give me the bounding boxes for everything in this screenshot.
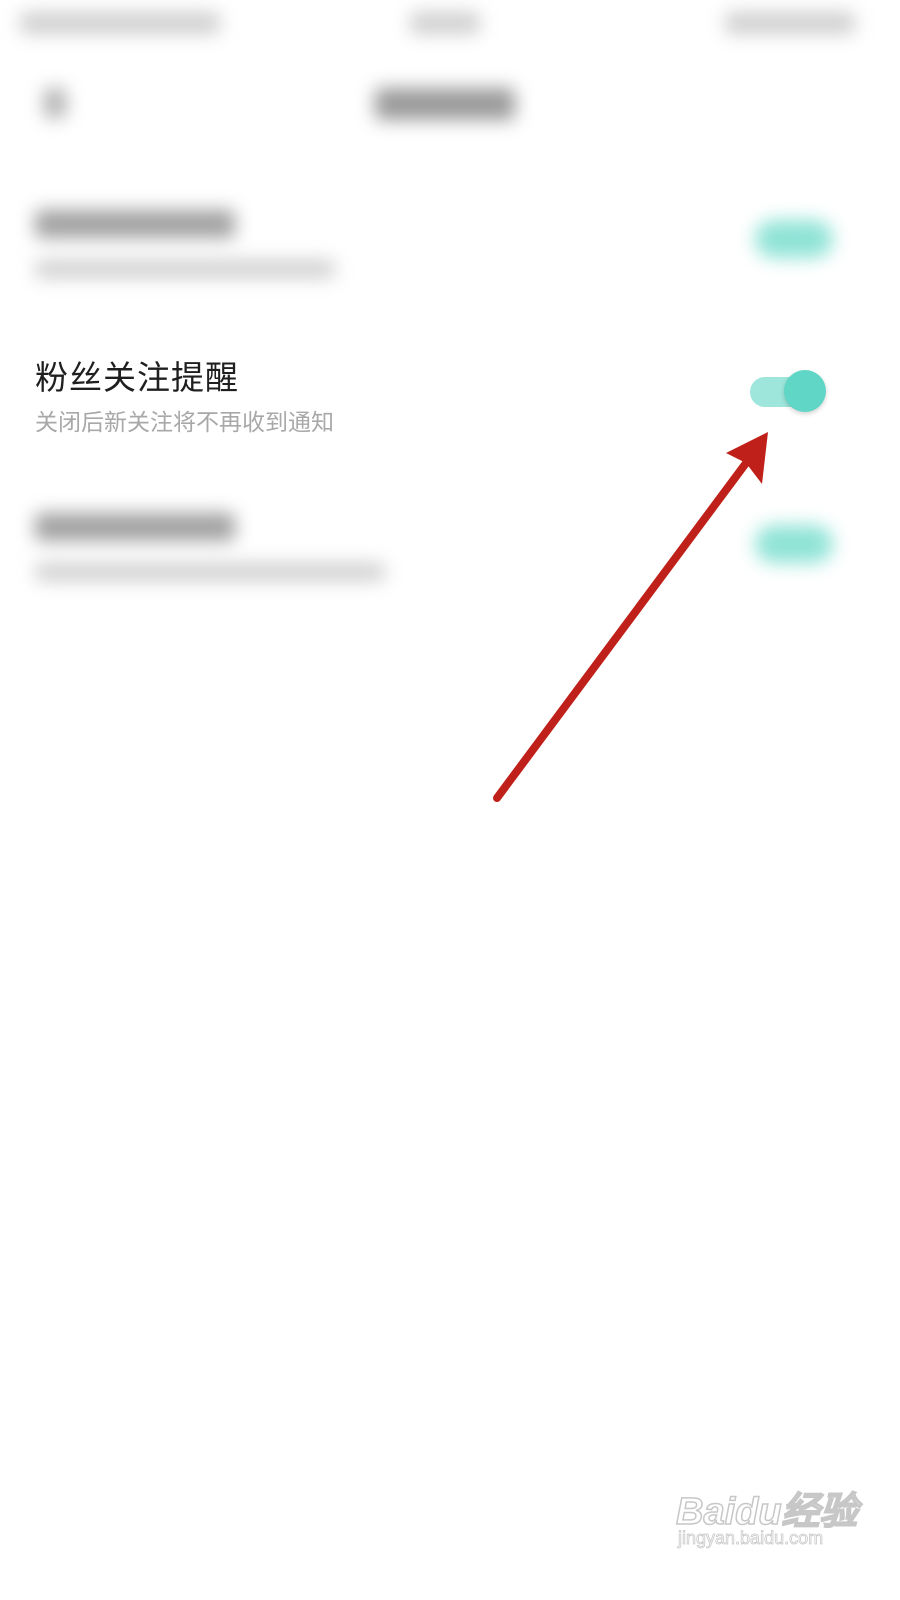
- toggle-blurred-1[interactable]: [755, 220, 833, 258]
- watermark-url: jingyan.baidu.com: [678, 1528, 824, 1549]
- toggle-knob: [784, 370, 826, 412]
- page-title-blurred: [375, 88, 515, 120]
- back-icon[interactable]: [44, 88, 66, 118]
- setting-row-blurred-1: [0, 175, 900, 305]
- nav-bar-blurred: [0, 60, 900, 150]
- setting-title: 粉丝关注提醒: [35, 358, 239, 397]
- watermark-logo: Baidu经验: [675, 1490, 858, 1534]
- toggle-blurred-2[interactable]: [755, 525, 833, 563]
- baidu-jingyan-watermark: Baidu经验 jingyan.baidu.com: [675, 1470, 876, 1580]
- setting-row-blurred-2: [0, 485, 900, 615]
- fan-follow-reminder-toggle[interactable]: [750, 370, 828, 412]
- setting-description: 关闭后新关注将不再收到通知: [35, 410, 334, 436]
- status-bar-blurred: [0, 0, 900, 50]
- setting-row-fan-follow-reminder: 粉丝关注提醒 关闭后新关注将不再收到通知: [0, 335, 900, 455]
